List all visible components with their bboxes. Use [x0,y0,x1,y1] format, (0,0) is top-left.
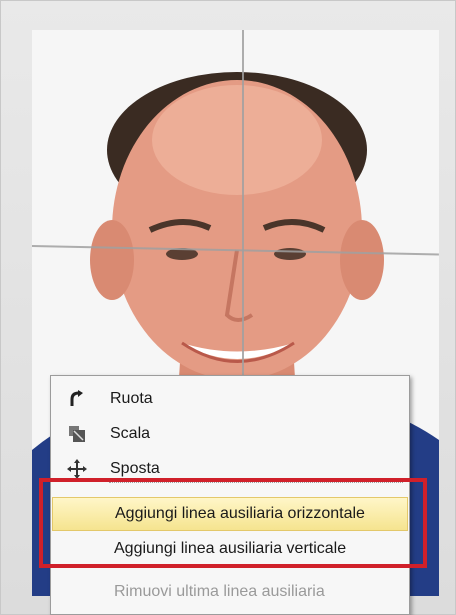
menu-item-remove-last-guide: Rimuovi ultima linea ausiliaria [52,577,408,607]
menu-item-add-horizontal-guide[interactable]: Aggiungi linea ausiliaria orizzontale [52,497,408,531]
menu-item-label: Aggiungi linea ausiliaria orizzontale [115,505,365,522]
menu-item-label: Scala [110,425,151,442]
menu-item-rotate[interactable]: Ruota [52,384,408,414]
menu-item-label: Sposta [110,460,160,477]
menu-item-label: Aggiungi linea ausiliaria verticale [114,540,347,557]
menu-separator [109,482,403,483]
context-menu: Ruota Scala Sposta Aggiungi linea ausili… [50,375,410,615]
menu-item-label: Ruota [110,390,153,407]
scale-icon [66,423,88,445]
menu-item-label: Rimuovi ultima linea ausiliaria [114,583,325,600]
rotate-icon [66,388,88,410]
move-icon [66,458,88,480]
menu-item-scale[interactable]: Scala [52,419,408,449]
menu-item-move[interactable]: Sposta [52,454,408,484]
menu-item-add-vertical-guide[interactable]: Aggiungi linea ausiliaria verticale [52,534,408,564]
